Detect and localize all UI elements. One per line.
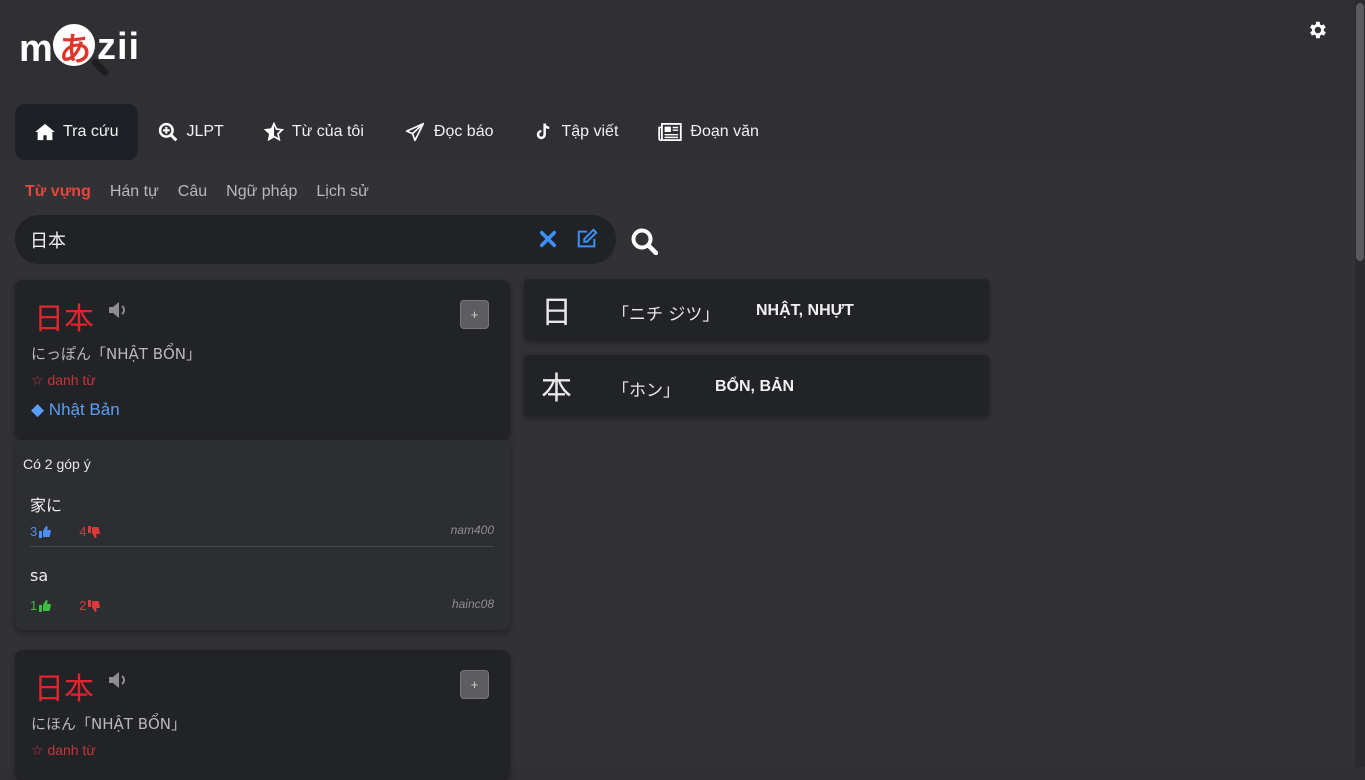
- comment-votes: 3 4: [30, 524, 128, 539]
- word-part-of-speech: ☆ danh từ: [31, 372, 96, 388]
- comment-text: 家に: [30, 496, 63, 515]
- close-icon[interactable]: [539, 230, 557, 248]
- add-to-notebook-button[interactable]: +: [460, 300, 489, 329]
- downvote-count: 4: [79, 524, 87, 539]
- zoom-in-icon: [159, 122, 178, 142]
- search-type-tabs: Từ vựng Hán tự Câu Ngữ pháp Lịch sử: [25, 183, 388, 201]
- nav-tap-viet[interactable]: Tập viết: [513, 104, 638, 160]
- nav-label: Đọc báo: [433, 123, 494, 140]
- nav-label: Tập viết: [561, 123, 619, 140]
- comment-votes: 1 2: [30, 598, 128, 613]
- mazii-logo[interactable]: m あ zii: [18, 22, 143, 88]
- tab-ngu-phap[interactable]: Ngữ pháp: [226, 183, 297, 201]
- header: m あ zii Tra cứu JLPT Từ của tôi Đọc báo …: [0, 0, 1355, 160]
- tab-tu-vung[interactable]: Từ vựng: [25, 183, 91, 201]
- upvote-count: 3: [30, 524, 38, 539]
- edit-icon[interactable]: [576, 228, 598, 250]
- search-input[interactable]: [30, 227, 510, 253]
- search-box: [15, 215, 616, 264]
- tab-cau[interactable]: Câu: [178, 183, 207, 201]
- thumbs-up-icon: [39, 525, 52, 538]
- comments-count: Có 2 góp ý: [23, 456, 91, 472]
- upvote-button[interactable]: 3: [30, 524, 52, 539]
- comments-panel: Có 2 góp ý 家に 3 4 nam400 sa 1 2 hainc08: [15, 440, 510, 630]
- nav-label: Từ của tôi: [291, 123, 364, 140]
- comment-item: 家に 3 4 nam400: [30, 492, 494, 539]
- star-half-icon: [263, 122, 284, 142]
- word-card: 日本 + にほん「NHẬT BỔN」 ☆ danh từ: [15, 650, 510, 780]
- kanji-card[interactable]: 日 「ニチ ジツ」 NHẬT, NHỰT: [524, 279, 989, 340]
- main-nav: Tra cứu JLPT Từ của tôi Đọc báo Tập viết…: [15, 104, 779, 160]
- comment-divider: [30, 546, 494, 547]
- kanji-hanviet: NHẬT, NHỰT: [756, 302, 854, 319]
- kanji-char: 本: [541, 371, 572, 407]
- word-reading: にっぽん「NHẬT BỔN」: [31, 345, 202, 363]
- word-part-of-speech: ☆ danh từ: [31, 742, 96, 758]
- kanji-hanviet: BỔN, BẢN: [715, 378, 795, 395]
- word-text: 日本: [34, 302, 94, 337]
- nav-doc-bao[interactable]: Đọc báo: [384, 104, 514, 160]
- paper-plane-icon: [405, 122, 425, 142]
- gear-icon[interactable]: [1306, 19, 1328, 41]
- word-text: 日本: [34, 672, 94, 707]
- tiktok-icon: [537, 123, 550, 140]
- upvote-count: 1: [30, 598, 38, 613]
- comment-text: sa: [30, 566, 49, 585]
- logo-kana: あ: [58, 30, 91, 68]
- thumbs-up-icon: [39, 599, 52, 612]
- speaker-icon[interactable]: [107, 670, 129, 690]
- downvote-button[interactable]: 2: [79, 598, 101, 613]
- kanji-onyomi: 「ホン」: [612, 381, 680, 401]
- nav-jlpt[interactable]: JLPT: [138, 104, 243, 160]
- nav-tu-cua-toi[interactable]: Từ của tôi: [244, 104, 384, 160]
- word-card: 日本 + にっぽん「NHẬT BỔN」 ☆ danh từ ◆ Nhật Bản: [15, 280, 510, 440]
- comment-item: sa 1 2 hainc08: [30, 566, 494, 613]
- thumbs-down-icon: [88, 599, 101, 612]
- kanji-onyomi: 「ニチ ジツ」: [612, 305, 720, 325]
- nav-label: Đoạn văn: [690, 123, 759, 140]
- home-icon: [35, 123, 55, 141]
- search-icon[interactable]: [630, 227, 658, 255]
- nav-doan-van[interactable]: Đoạn văn: [638, 104, 779, 160]
- logo-letters-zii: zii: [97, 26, 141, 68]
- newspaper-icon: [658, 123, 683, 141]
- logo-letter-m: m: [19, 28, 53, 70]
- nav-tra-cuu[interactable]: Tra cứu: [15, 104, 139, 160]
- thumbs-down-icon: [88, 525, 101, 538]
- comment-author[interactable]: hainc08: [452, 597, 494, 611]
- scrollbar-thumb[interactable]: [1356, 3, 1364, 261]
- upvote-button[interactable]: 1: [30, 598, 52, 613]
- downvote-button[interactable]: 4: [79, 524, 101, 539]
- tab-lich-su[interactable]: Lịch sử: [316, 183, 369, 201]
- tab-han-tu[interactable]: Hán tự: [110, 183, 159, 201]
- kanji-char: 日: [541, 295, 572, 331]
- add-to-notebook-button[interactable]: +: [460, 670, 489, 699]
- nav-label: JLPT: [186, 123, 224, 140]
- word-meaning: ◆ Nhật Bản: [31, 400, 120, 419]
- downvote-count: 2: [79, 598, 87, 613]
- word-reading: にほん「NHẬT BỔN」: [31, 715, 187, 733]
- comment-author[interactable]: nam400: [451, 523, 494, 537]
- kanji-card[interactable]: 本 「ホン」 BỔN, BẢN: [524, 355, 989, 416]
- nav-label: Tra cứu: [63, 123, 119, 140]
- speaker-icon[interactable]: [107, 300, 129, 320]
